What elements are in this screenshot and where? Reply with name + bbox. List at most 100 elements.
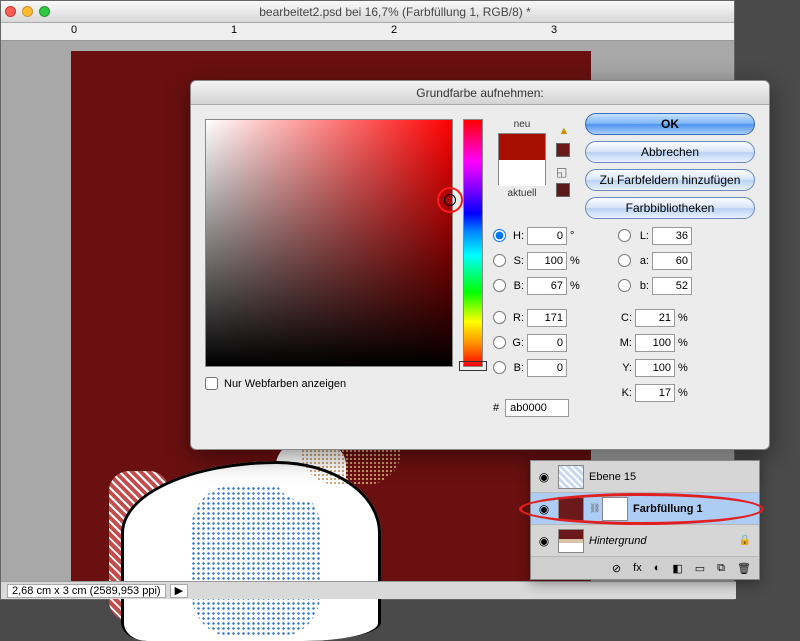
cancel-button[interactable]: Abbrechen	[585, 141, 755, 163]
color-picker-dialog: Grundfarbe aufnehmen: neu aktuell ▲ ◱ OK…	[190, 80, 770, 450]
status-dimensions: 2,68 cm x 3 cm (2589,953 ppi)	[7, 584, 166, 598]
radio-a[interactable]	[618, 254, 631, 267]
trash-icon[interactable]: 🗑	[737, 562, 751, 575]
label-m: M:	[618, 337, 632, 349]
gamut-warning-icon[interactable]: ▲	[556, 125, 572, 139]
input-b-rgb[interactable]	[527, 359, 567, 377]
ruler-mark: 3	[551, 24, 557, 36]
new-color-swatch	[499, 134, 545, 160]
layer-name[interactable]: Ebene 15	[589, 471, 636, 483]
layer-thumbnail[interactable]	[558, 529, 584, 553]
ruler-mark: 2	[391, 24, 397, 36]
label-b-lab: b:	[635, 280, 649, 292]
visibility-icon[interactable]: ◉	[535, 470, 553, 484]
layer-name[interactable]: Hintergrund	[589, 535, 646, 547]
label-b-hsb: B:	[510, 280, 524, 292]
mask-icon[interactable]: ◐	[654, 562, 661, 574]
input-b-lab[interactable]	[652, 277, 692, 295]
adjustment-icon[interactable]: ◧	[672, 562, 682, 575]
input-k[interactable]	[635, 384, 675, 402]
radio-l[interactable]	[618, 229, 631, 242]
label-c: C:	[618, 312, 632, 324]
document-titlebar[interactable]: bearbeitet2.psd bei 16,7% (Farbfüllung 1…	[1, 1, 734, 23]
webonly-checkbox[interactable]	[205, 377, 218, 390]
status-scroll-icon[interactable]: ▶	[170, 584, 188, 598]
ruler-horizontal[interactable]: 0 1 2 3	[1, 23, 734, 41]
ruler-mark: 0	[71, 24, 77, 36]
layers-footer: ⊘ fx ◐ ◧ ▭ ⧉ 🗑	[531, 557, 759, 579]
radio-s[interactable]	[493, 254, 506, 267]
radio-r[interactable]	[493, 311, 506, 324]
radio-g[interactable]	[493, 336, 506, 349]
label-r: R:	[510, 312, 524, 324]
label-a: a:	[635, 255, 649, 267]
label-g: G:	[510, 337, 524, 349]
websafe-warning-icon[interactable]: ◱	[556, 165, 574, 179]
layer-mask-thumbnail[interactable]	[602, 497, 628, 521]
radio-b-rgb[interactable]	[493, 361, 506, 374]
layer-thumbnail[interactable]	[558, 497, 584, 521]
layer-row[interactable]: ◉ Hintergrund 🔒	[531, 525, 759, 557]
visibility-icon[interactable]: ◉	[535, 502, 553, 516]
current-color-label: aktuell	[493, 188, 551, 199]
status-bar: 2,68 cm x 3 cm (2589,953 ppi) ▶	[1, 581, 736, 599]
unit-pct: %	[678, 337, 692, 349]
input-a[interactable]	[652, 252, 692, 270]
visibility-icon[interactable]: ◉	[535, 534, 553, 548]
layer-thumbnail[interactable]	[558, 465, 584, 489]
document-title: bearbeitet2.psd bei 16,7% (Farbfüllung 1…	[56, 5, 734, 19]
label-h: H:	[510, 230, 524, 242]
add-swatch-button[interactable]: Zu Farbfeldern hinzufügen	[585, 169, 755, 191]
unit-pct: %	[570, 255, 584, 267]
color-libraries-button[interactable]: Farbbibliotheken	[585, 197, 755, 219]
unit-pct: %	[570, 280, 584, 292]
minimize-icon[interactable]	[22, 6, 33, 17]
label-k: K:	[618, 387, 632, 399]
label-l: L:	[635, 230, 649, 242]
current-color-swatch	[499, 160, 545, 186]
input-c[interactable]	[635, 309, 675, 327]
label-y: Y:	[618, 362, 632, 374]
label-b-rgb: B:	[510, 362, 524, 374]
group-icon[interactable]: ▭	[695, 562, 705, 575]
zoom-icon[interactable]	[39, 6, 50, 17]
label-hex: #	[493, 402, 499, 414]
ruler-mark: 1	[231, 24, 237, 36]
close-icon[interactable]	[5, 6, 16, 17]
lock-icon[interactable]: 🔒	[739, 535, 751, 546]
fx-icon[interactable]: fx	[633, 562, 642, 574]
ok-button[interactable]: OK	[585, 113, 755, 135]
input-m[interactable]	[635, 334, 675, 352]
websafe-closest-swatch[interactable]	[556, 183, 570, 197]
input-s[interactable]	[527, 252, 567, 270]
hue-slider[interactable]	[463, 119, 483, 367]
layer-name[interactable]: Farbfüllung 1	[633, 503, 703, 515]
input-r[interactable]	[527, 309, 567, 327]
radio-h[interactable]	[493, 229, 506, 242]
link-icon[interactable]: ⛓	[589, 503, 597, 514]
input-l[interactable]	[652, 227, 692, 245]
unit-pct: %	[678, 312, 692, 324]
new-color-label: neu	[493, 119, 551, 130]
radio-b-lab[interactable]	[618, 279, 631, 292]
input-b-hsb[interactable]	[527, 277, 567, 295]
radio-b-hsb[interactable]	[493, 279, 506, 292]
highlight-ring	[437, 187, 463, 213]
unit-pct: %	[678, 362, 692, 374]
webonly-label: Nur Webfarben anzeigen	[224, 378, 346, 390]
layers-panel: ◉ Ebene 15 ◉ ⛓ Farbfüllung 1 ◉ Hintergru…	[530, 460, 760, 580]
input-g[interactable]	[527, 334, 567, 352]
gamut-closest-swatch[interactable]	[556, 143, 570, 157]
input-h[interactable]	[527, 227, 567, 245]
new-layer-icon[interactable]: ⧉	[717, 562, 725, 575]
unit-pct: %	[678, 387, 692, 399]
input-y[interactable]	[635, 359, 675, 377]
color-swatch[interactable]	[498, 133, 546, 185]
saturation-value-field[interactable]	[205, 119, 453, 367]
label-s: S:	[510, 255, 524, 267]
link-layers-icon[interactable]: ⊘	[612, 562, 621, 575]
input-hex[interactable]	[505, 399, 569, 417]
layer-row-selected[interactable]: ◉ ⛓ Farbfüllung 1	[531, 493, 759, 525]
layer-row[interactable]: ◉ Ebene 15	[531, 461, 759, 493]
hue-slider-thumb[interactable]	[459, 361, 487, 371]
